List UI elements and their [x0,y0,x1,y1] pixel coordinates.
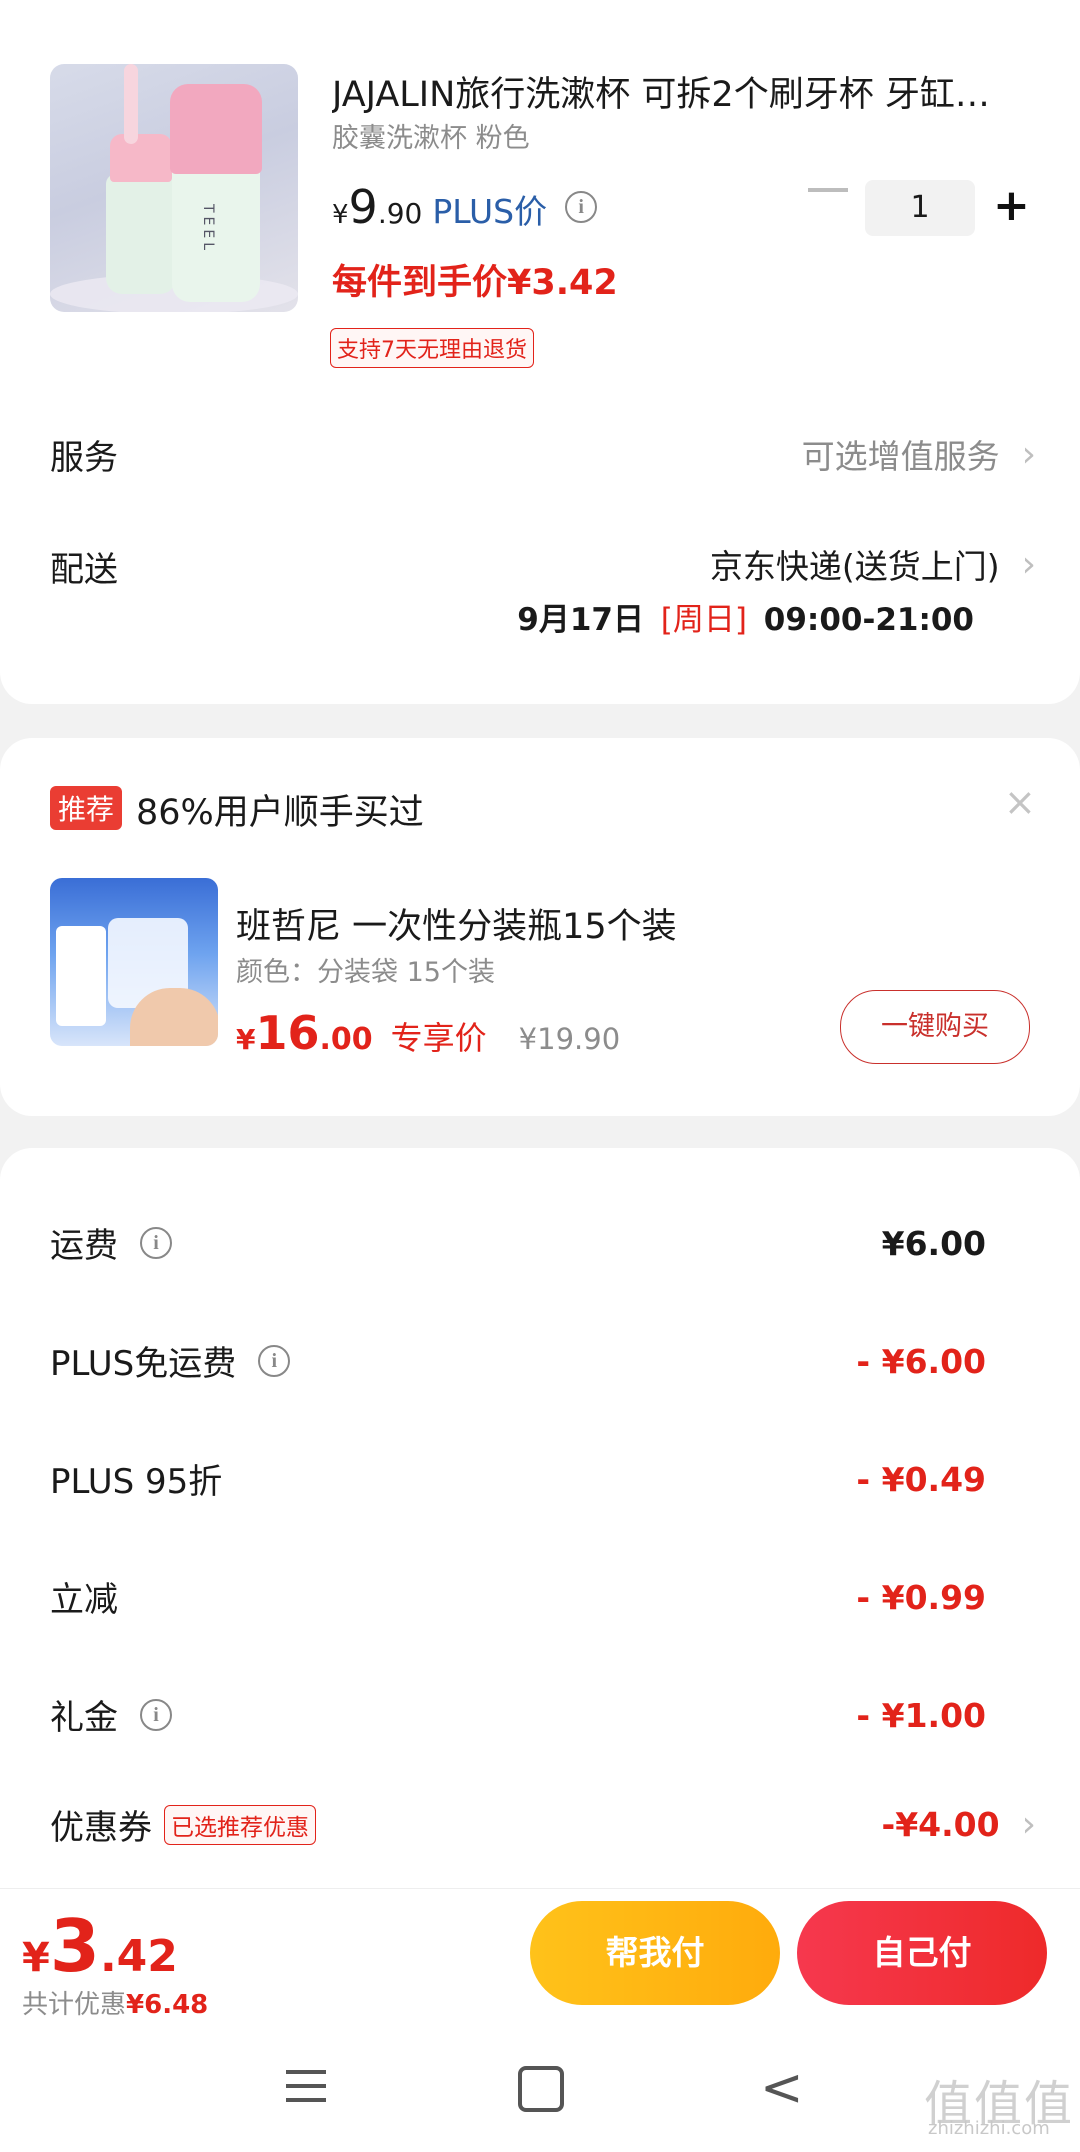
quantity-input[interactable]: 1 [865,180,975,236]
savings-value: ¥6.48 [126,1990,209,2020]
total-savings: 共计优惠¥6.48 [22,1984,208,2021]
fee-value: ¥6.00 [881,1224,986,1263]
fee-value: - ¥0.99 [856,1578,986,1617]
price-decimal: .00 [319,1022,373,1057]
delivery-hours: 09:00-21:00 [763,602,974,638]
fee-label: 优惠券 [50,1808,152,1848]
image-cap-left [110,134,172,182]
product-image[interactable]: TEEL [50,64,298,312]
info-icon[interactable]: i [140,1698,172,1731]
close-icon[interactable]: × [1004,780,1036,824]
info-icon[interactable]: i [140,1226,172,1259]
plus-price-label: PLUS价 [432,192,548,231]
info-icon[interactable]: i [565,191,598,223]
original-price: ¥19.90 [518,1022,621,1056]
one-click-buy-button[interactable]: 一键购买 [840,990,1030,1064]
fee-label: 运费 [50,1226,118,1266]
delivery-method: 京东快递(送货上门) [709,547,1000,586]
final-price-per-item: 每件到手价¥3.42 [332,263,618,303]
price-symbol: ¥ [332,200,349,230]
service-row[interactable]: 可选增值服务 › [802,430,1036,478]
delivery-label: 配送 [50,550,118,590]
recommend-name[interactable]: 班哲尼 一次性分装瓶15个装 [236,898,677,949]
recommend-price: ¥ 16 .00 专享价 ¥19.90 [236,1006,620,1060]
recommend-image[interactable] [50,878,218,1046]
return-policy-badge: 支持7天无理由退货 [330,328,534,368]
delivery-time: 9月17日 [周日] 09:00-21:00 [517,594,974,639]
chevron-right-icon: › [1021,1804,1036,1845]
delivery-row[interactable]: 京东快递(送货上门) › [710,540,1036,588]
image-cup-left [106,174,176,294]
service-label: 服务 [50,438,118,478]
image-cup-right [172,154,260,302]
back-icon[interactable]: < [760,2062,804,2114]
fee-row-shipping: 运费 i [50,1218,172,1267]
fee-value: - ¥6.00 [856,1342,986,1381]
total-integer: 3 [49,1904,100,1988]
image-info-panel [56,926,106,1026]
service-value: 可选增值服务 [801,437,1000,476]
fee-row-plus-discount: PLUS 95折 [50,1454,222,1503]
product-price: ¥ 9 .90 PLUS价 i [332,180,598,234]
price-integer: 16 [255,1006,320,1060]
price-integer: 9 [348,180,378,234]
menu-icon[interactable] [286,2070,326,2112]
fee-row-gift-money: 礼金 i [50,1690,172,1739]
chevron-right-icon: › [1021,543,1036,585]
help-me-pay-button[interactable]: 帮我付 [530,1901,780,2005]
fee-value: -¥4.00 [881,1805,1000,1844]
image-hand [130,988,218,1046]
fee-label: 礼金 [50,1698,118,1738]
watermark-url: zhizhizhi.com [928,2118,1050,2139]
home-icon[interactable] [518,2066,564,2112]
product-variant[interactable]: 胶囊洗漱杯 粉色 [332,116,530,155]
price-symbol: ¥ [236,1023,256,1056]
info-icon[interactable]: i [258,1344,291,1377]
fee-row-instant-reduction: 立减 [50,1572,118,1621]
fee-label: PLUS 95折 [50,1462,223,1502]
fee-label: PLUS免运费 [50,1344,237,1384]
image-brand-text: TEEL [200,204,216,255]
savings-label: 共计优惠 [22,1990,127,2020]
quantity-minus-button[interactable] [808,188,848,192]
fee-row-plus-free-shipping: PLUS免运费 i [50,1336,291,1385]
image-cap-right [170,84,262,174]
recommend-title: 86%用户顺手买过 [136,793,424,833]
image-toothbrush [124,64,138,144]
price-decimal: .90 [377,197,423,230]
delivery-date: 9月17日 [517,602,644,638]
recommend-spec: 颜色：分装袋 15个装 [236,957,495,988]
exclusive-price-label: 专享价 [390,1019,487,1057]
delivery-weekday: [周日] [660,602,747,638]
fee-row-coupon[interactable]: 优惠券 已选推荐优惠 [50,1800,316,1849]
coupon-selected-badge: 已选推荐优惠 [164,1804,316,1845]
total-decimal: .42 [99,1931,178,1982]
fee-value: - ¥1.00 [856,1696,986,1735]
total-price: ¥ 3 .42 [22,1904,178,1988]
fee-value: - ¥0.49 [856,1460,986,1499]
coupon-value-row[interactable]: -¥4.00 › [882,1804,1036,1845]
fee-label: 立减 [50,1580,118,1620]
quantity-plus-button[interactable]: + [993,184,1030,228]
product-title[interactable]: JAJALIN旅行洗漱杯 可拆2个刷牙杯 牙缸… [332,66,1022,117]
recommend-tag: 推荐 [50,786,123,830]
pay-myself-button[interactable]: 自己付 [797,1901,1047,2005]
total-symbol: ¥ [22,1935,50,1981]
chevron-right-icon: › [1021,433,1036,475]
